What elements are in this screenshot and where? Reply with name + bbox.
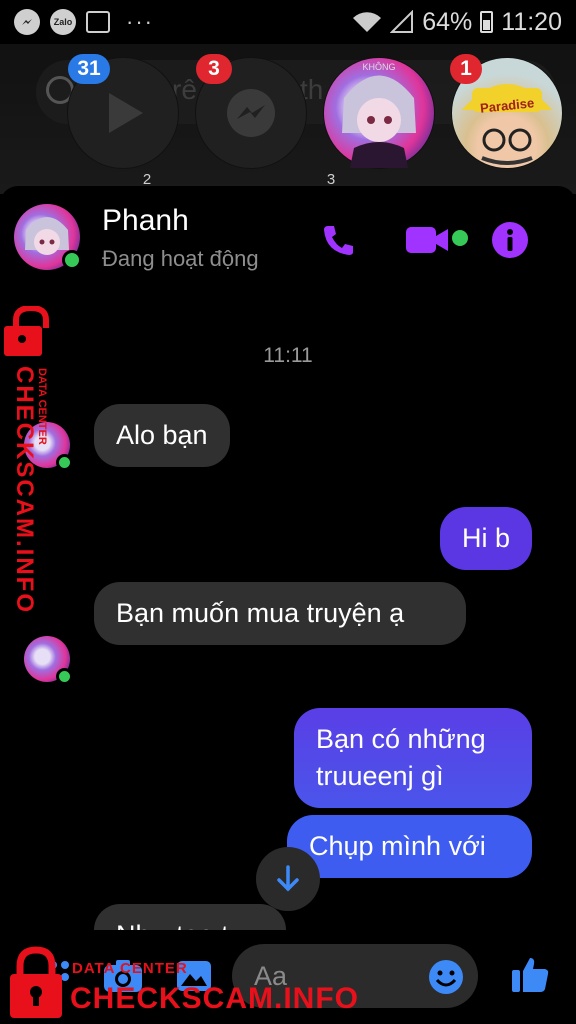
conversation-sheet: Phanh Đang hoạt động 11:11 Alo bạn Hi b … xyxy=(0,186,576,1024)
watermark-text: CHECKSCAM.INFO xyxy=(70,982,359,1015)
watermark-subtext: DATA CENTER xyxy=(72,960,188,977)
emoji-icon[interactable] xyxy=(428,959,464,995)
watermark-subtext: DATA CENTER xyxy=(36,368,48,445)
messenger-screen: { "status_bar": { "left_icons": ["messen… xyxy=(0,0,576,1024)
lock-icon xyxy=(4,306,49,356)
status-bar: Zalo ··· 64% 11:20 xyxy=(0,0,576,44)
scroll-to-bottom-button[interactable] xyxy=(256,847,320,911)
unread-badge: 31 xyxy=(68,54,110,84)
message-incoming[interactable]: Alo bạn xyxy=(94,404,230,467)
online-indicator xyxy=(56,668,73,685)
message-incoming[interactable]: Bạn muốn mua truyện ạ xyxy=(94,582,466,645)
clock: 11:20 xyxy=(501,7,562,36)
zalo-icon: Zalo xyxy=(50,9,76,35)
arrow-down-icon xyxy=(277,865,299,892)
avatar xyxy=(342,75,416,168)
more-notifications-icon: ··· xyxy=(126,9,154,34)
wifi-icon xyxy=(353,12,382,32)
battery-icon xyxy=(480,11,494,33)
unread-badge: 3 xyxy=(196,54,232,84)
lock-icon xyxy=(10,946,62,1018)
info-icon[interactable] xyxy=(488,218,532,262)
unread-badge: 1 xyxy=(450,54,482,84)
video-active-dot xyxy=(452,230,468,246)
message-incoming-clip: Như tạo t xyxy=(94,904,286,930)
battery-percent: 64% xyxy=(422,7,473,36)
video-call-icon[interactable] xyxy=(400,218,456,262)
active-status: Đang hoạt động xyxy=(102,246,259,271)
message-outgoing[interactable]: Chụp mình với xyxy=(287,815,532,878)
message-outgoing[interactable]: Bạn có những truueenj gì xyxy=(294,708,532,808)
watermark-text: CHECKSCAM.INFO xyxy=(11,366,38,614)
messenger-icon xyxy=(14,9,40,35)
conversation-header: Phanh Đang hoạt động xyxy=(0,186,576,286)
contact-name[interactable]: Phanh xyxy=(102,204,189,238)
like-icon[interactable] xyxy=(510,954,550,994)
avatar-label: KHÔNG xyxy=(362,62,396,72)
chat-head-contact[interactable]: Paradise 1 xyxy=(450,54,562,168)
messenger-icon xyxy=(227,89,275,137)
phone-icon[interactable] xyxy=(316,218,360,262)
message-incoming[interactable]: Như tạo t xyxy=(94,904,286,930)
online-indicator xyxy=(62,250,82,270)
chat-head-phanh[interactable]: KHÔNG xyxy=(324,58,434,168)
chat-head-video[interactable]: 31 xyxy=(68,54,178,168)
timestamp: 11:11 xyxy=(263,344,313,367)
online-indicator xyxy=(56,454,73,471)
play-icon xyxy=(109,93,143,133)
chat-head-messenger[interactable]: 3 xyxy=(196,54,306,168)
message-outgoing[interactable]: Hi b xyxy=(439,507,532,570)
signal-icon xyxy=(390,10,414,33)
gallery-icon xyxy=(86,11,110,33)
